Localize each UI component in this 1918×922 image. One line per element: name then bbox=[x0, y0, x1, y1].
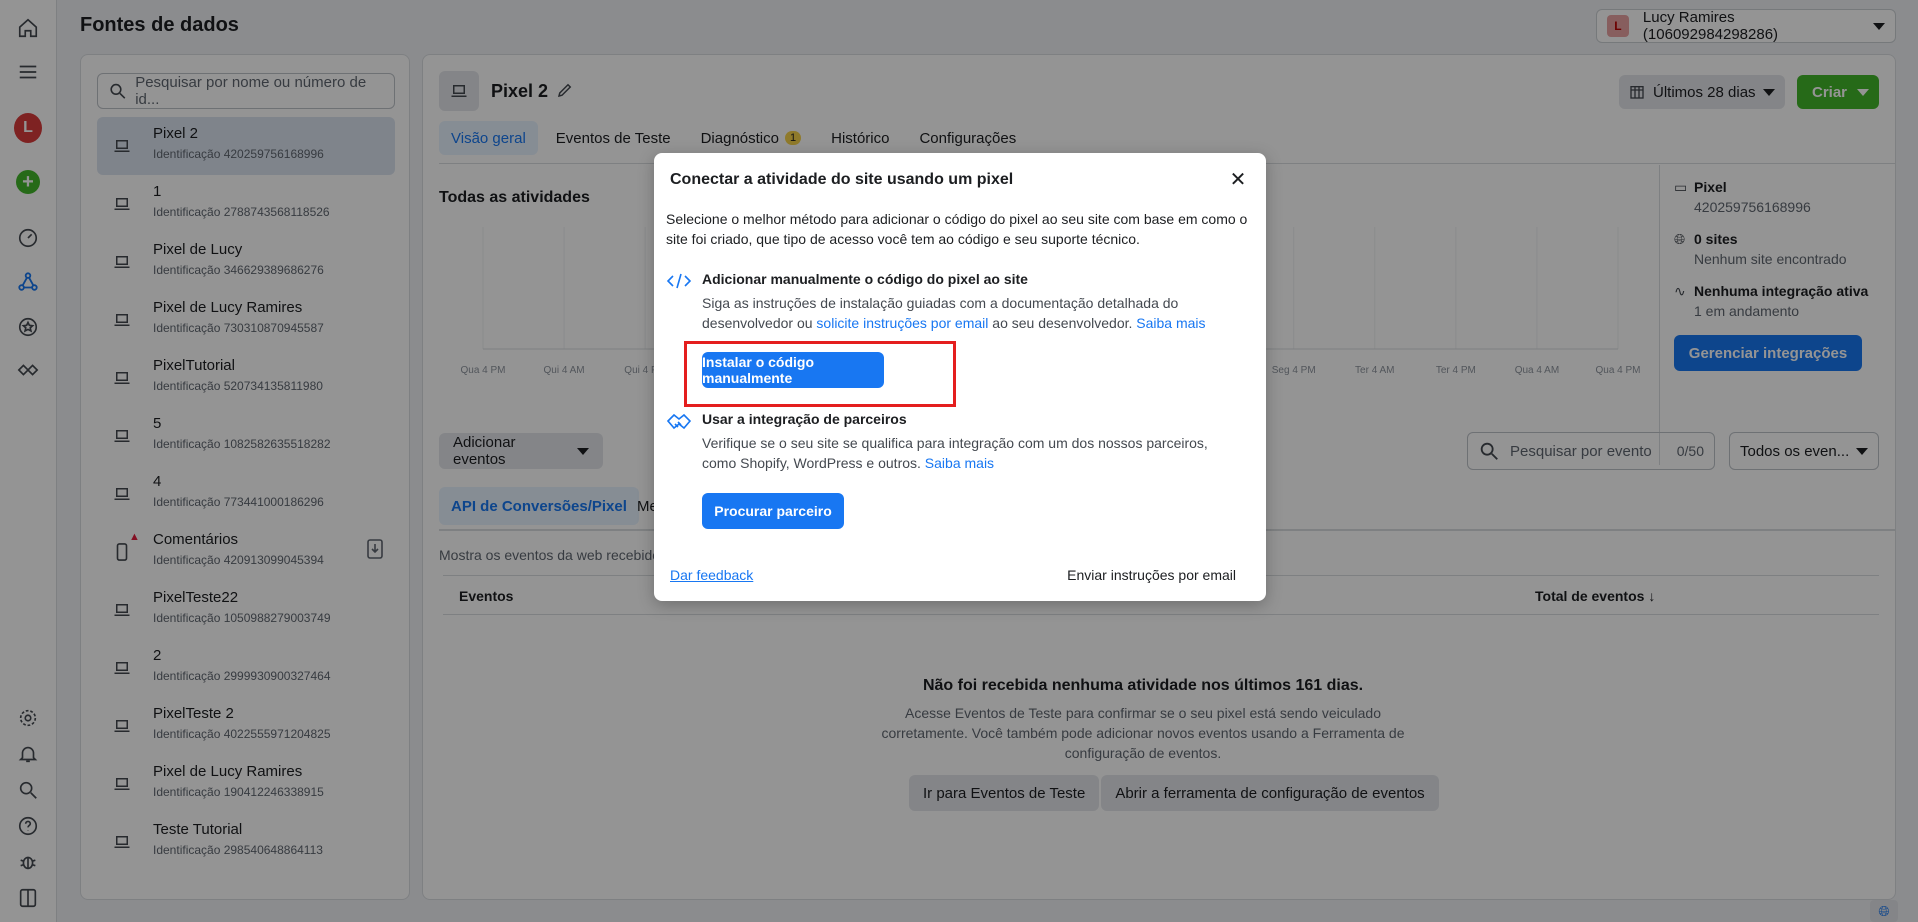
manual-option-title: Adicionar manualmente o código do pixel … bbox=[702, 271, 1028, 287]
find-partner-button[interactable]: Procurar parceiro bbox=[702, 493, 844, 529]
dialog-description: Selecione o melhor método para adicionar… bbox=[666, 211, 1248, 247]
manual-text-after: ao seu desenvolvedor. bbox=[988, 315, 1137, 331]
partner-option-text: Verifique se o seu site se qualifica par… bbox=[702, 433, 1242, 473]
connect-pixel-dialog: Conectar a atividade do site usando um p… bbox=[654, 153, 1266, 601]
manual-option-text: Siga as instruções de instalação guiadas… bbox=[702, 293, 1242, 333]
partner-option-title: Usar a integração de parceiros bbox=[702, 411, 907, 427]
request-email-link[interactable]: solicite instruções por email bbox=[816, 315, 988, 331]
close-icon[interactable]: ✕ bbox=[1226, 167, 1250, 191]
code-icon bbox=[666, 271, 692, 293]
handshake-icon bbox=[666, 411, 692, 433]
dialog-title: Conectar a atividade do site usando um p… bbox=[670, 171, 1014, 188]
highlight-box bbox=[684, 341, 956, 407]
feedback-link[interactable]: Dar feedback bbox=[670, 567, 753, 583]
email-instructions-button[interactable]: Enviar instruções por email bbox=[1067, 567, 1236, 583]
partner-option: Usar a integração de parceiros Verifique… bbox=[666, 411, 1246, 481]
learn-more-link[interactable]: Saiba mais bbox=[925, 455, 994, 471]
learn-more-link[interactable]: Saiba mais bbox=[1136, 315, 1205, 331]
